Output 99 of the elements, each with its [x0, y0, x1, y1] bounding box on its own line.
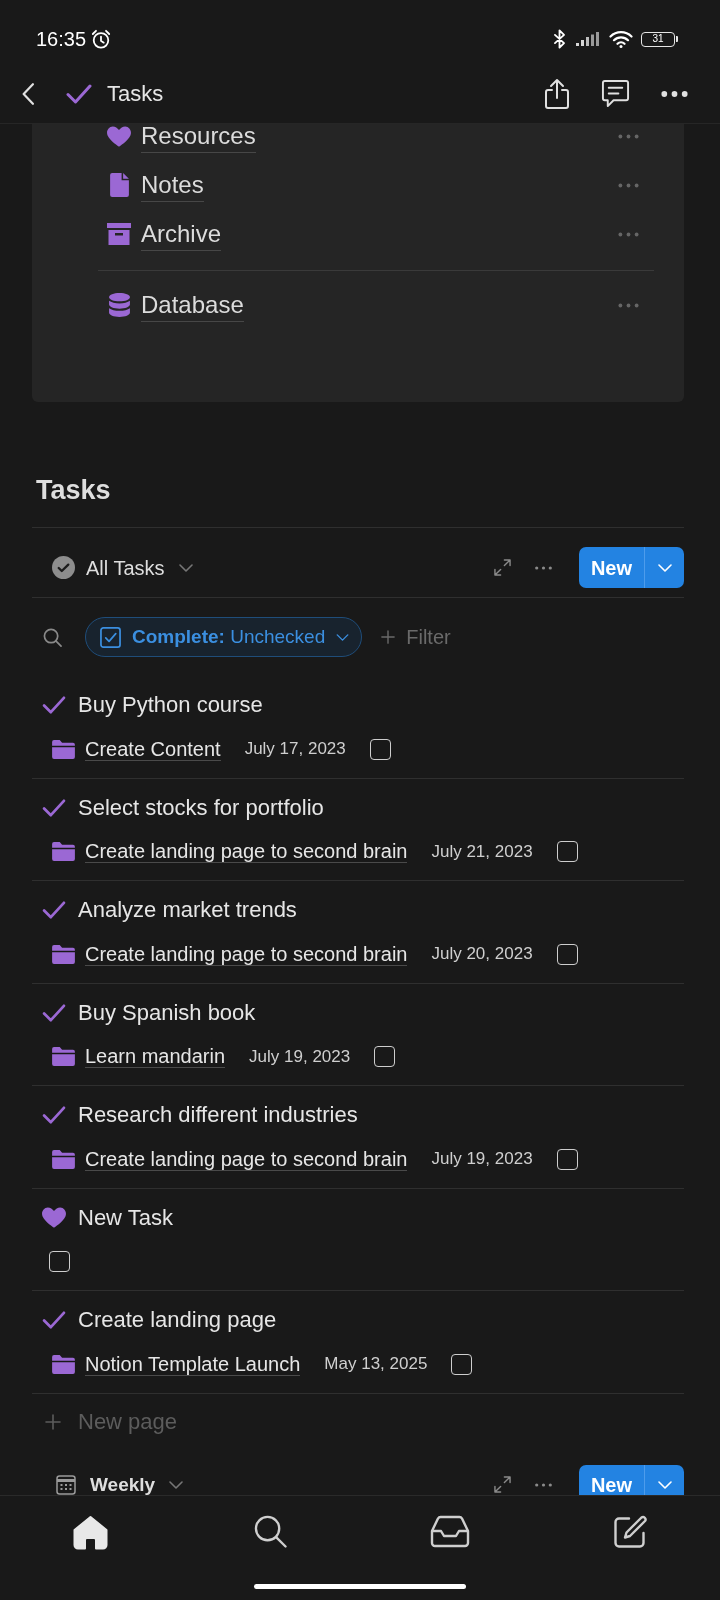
search-button[interactable] — [43, 627, 62, 647]
chevron-down-icon — [657, 563, 672, 572]
checkbox[interactable] — [556, 1148, 578, 1170]
chevron-down-icon — [657, 1481, 672, 1489]
more-icon — [533, 565, 553, 570]
checkbox[interactable] — [49, 1251, 70, 1272]
checkbox[interactable] — [374, 1046, 396, 1067]
back-button[interactable] — [22, 82, 34, 105]
checkmark-icon — [42, 1106, 66, 1124]
expand-icon — [493, 559, 511, 576]
more-icon — [618, 182, 639, 188]
task-title[interactable]: Select stocks for portfolio — [78, 792, 324, 823]
page-link[interactable]: Notes — [141, 173, 204, 202]
clock-time: 16:35 — [36, 27, 87, 51]
expand-icon — [493, 1476, 511, 1493]
folder-icon — [52, 944, 75, 964]
page-link[interactable]: Archive — [141, 222, 222, 251]
date-text: July 19, 2023 — [431, 1148, 533, 1170]
project-link[interactable]: Create landing page to second brain — [85, 1147, 408, 1171]
section-heading: Tasks — [36, 474, 112, 506]
pencil-square-icon — [613, 1515, 647, 1549]
document-icon — [109, 173, 129, 197]
folder-icon — [52, 1354, 75, 1374]
checkbox[interactable] — [369, 738, 391, 760]
task-title[interactable]: Buy Spanish book — [78, 997, 256, 1028]
new-button[interactable]: New — [578, 547, 644, 588]
date-text: July 21, 2023 — [431, 840, 533, 863]
project-link[interactable]: Learn mandarin — [85, 1045, 226, 1068]
comment-button[interactable] — [601, 79, 630, 108]
page-link[interactable]: Database — [141, 293, 244, 322]
home-icon — [71, 1515, 109, 1550]
chevron-down-icon — [169, 1481, 184, 1489]
search-tab[interactable] — [253, 1515, 287, 1550]
task-title[interactable]: Create landing page — [78, 1305, 277, 1335]
bluetooth-icon — [553, 29, 566, 49]
task-title[interactable]: Research different industries — [78, 1100, 358, 1130]
date-text: July 20, 2023 — [431, 943, 533, 965]
folder-icon — [52, 1047, 75, 1066]
task-title[interactable]: New Task — [78, 1202, 173, 1233]
date-text: July 17, 2023 — [244, 738, 346, 760]
expand-button[interactable] — [493, 1476, 511, 1493]
search-icon — [43, 627, 62, 647]
chevron-down-icon — [336, 633, 350, 641]
inbox-tray-icon — [430, 1515, 470, 1548]
task-title[interactable]: Buy Python course — [78, 690, 263, 720]
checkbox-icon — [100, 626, 121, 648]
project-link[interactable]: Notion Template Launch — [85, 1352, 301, 1376]
share-icon — [544, 77, 570, 110]
project-link[interactable]: Create landing page to second brain — [85, 942, 408, 966]
more-button[interactable] — [660, 90, 689, 97]
date-text: May 13, 2025 — [324, 1353, 428, 1375]
folder-icon — [52, 842, 75, 861]
page-title: Tasks — [107, 79, 164, 108]
folder-icon — [52, 1149, 75, 1169]
checkmark-icon — [42, 901, 66, 919]
home-tab[interactable] — [71, 1515, 109, 1550]
alarm-clock-icon — [91, 29, 112, 49]
compose-tab[interactable] — [613, 1515, 647, 1550]
checkbox[interactable] — [556, 841, 578, 862]
more-icon — [618, 231, 639, 237]
checkmark-icon — [42, 1003, 66, 1022]
archive-box-icon — [107, 223, 131, 245]
checkmark-icon — [42, 798, 66, 817]
view-selector[interactable]: All Tasks — [52, 555, 193, 580]
more-icon — [618, 133, 639, 139]
checkmark-icon — [66, 83, 92, 104]
plus-icon — [45, 1414, 61, 1430]
comment-icon — [601, 79, 630, 108]
more-icon — [618, 302, 639, 308]
more-icon — [533, 1483, 553, 1487]
inbox-tab[interactable] — [430, 1515, 470, 1550]
checkbox[interactable] — [556, 943, 578, 965]
task-title[interactable]: Analyze market trends — [78, 895, 297, 925]
database-icon — [108, 293, 130, 317]
page-link[interactable]: Resources — [141, 124, 256, 153]
new-button[interactable]: New — [578, 1465, 644, 1495]
more-icon — [660, 90, 689, 97]
checkmark-icon — [42, 696, 66, 714]
heart-icon — [107, 125, 131, 147]
calendar-icon — [56, 1475, 76, 1495]
view-selector[interactable]: Weekly — [56, 1475, 184, 1495]
project-link[interactable]: Create Content — [85, 737, 221, 761]
check-circle-icon — [52, 556, 75, 579]
project-link[interactable]: Create landing page to second brain — [85, 840, 408, 863]
share-button[interactable] — [544, 77, 570, 110]
checkbox[interactable] — [451, 1353, 473, 1375]
wifi-icon — [609, 30, 633, 48]
expand-button[interactable] — [493, 559, 511, 576]
date-text: July 19, 2023 — [249, 1045, 351, 1068]
battery-indicator: 31 — [641, 31, 678, 47]
plus-icon — [381, 630, 396, 644]
chevron-left-icon — [22, 82, 34, 105]
folder-icon — [52, 739, 75, 759]
checkmark-icon — [42, 1311, 66, 1329]
search-icon — [253, 1515, 287, 1548]
chevron-down-icon — [178, 563, 193, 572]
heart-icon — [42, 1207, 66, 1228]
filter-chip[interactable]: Complete: Unchecked — [85, 617, 363, 657]
signal-bars-icon — [576, 32, 601, 46]
